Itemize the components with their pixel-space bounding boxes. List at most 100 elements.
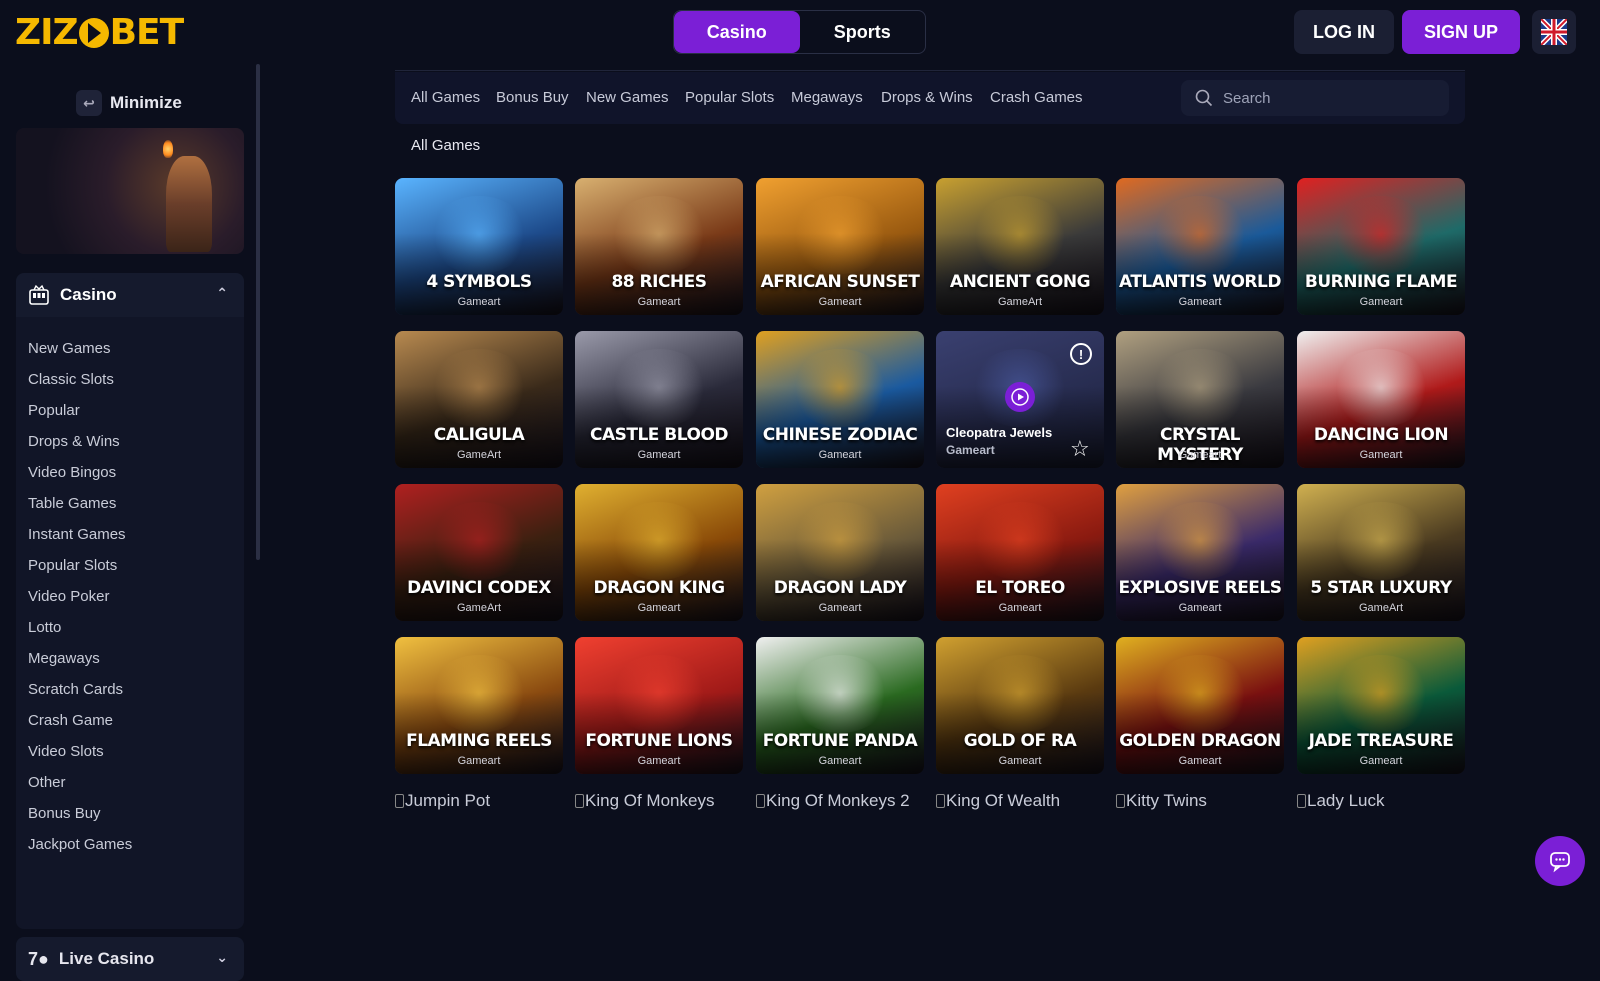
- tab-sports[interactable]: Sports: [800, 11, 926, 53]
- game-provider: GameArt: [456, 449, 501, 461]
- game-tile[interactable]: ! Cleopatra Jewels Gameart ☆: [936, 331, 1104, 468]
- game-tile[interactable]: Flaming Reels Gameart: [395, 637, 563, 774]
- sidebar-scrollbar[interactable]: [256, 64, 260, 560]
- game-tile[interactable]: Golden Dragon Gameart: [1116, 637, 1284, 774]
- sidebar-category-item[interactable]: Other: [28, 774, 66, 791]
- play-button[interactable]: [1005, 382, 1035, 412]
- sidebar-category-item[interactable]: Video Poker: [28, 588, 109, 605]
- login-button[interactable]: LOG IN: [1294, 10, 1394, 54]
- game-tile[interactable]: Fortune Panda Gameart: [756, 637, 924, 774]
- game-title: Ancient Gong: [949, 272, 1091, 292]
- game-title: Explosive Reels: [1118, 578, 1282, 598]
- top-bar: ZIZ BET Casino Sports LOG IN SIGN UP: [0, 0, 1600, 64]
- game-tile[interactable]: Explosive Reels Gameart: [1116, 484, 1284, 621]
- sidebar-category-item[interactable]: Table Games: [28, 495, 116, 512]
- sidebar-category-item[interactable]: Drops & Wins: [28, 433, 120, 450]
- game-tile-unloaded[interactable]: King Of Monkeys 2: [756, 791, 910, 811]
- filter-tab[interactable]: Bonus Buy: [496, 89, 569, 106]
- game-tile[interactable]: Chinese Zodiac Gameart: [756, 331, 924, 468]
- game-provider: Gameart: [457, 755, 501, 767]
- chat-button[interactable]: [1535, 836, 1585, 886]
- sidebar-category-item[interactable]: Video Bingos: [28, 464, 116, 481]
- game-tile[interactable]: Dragon Lady Gameart: [756, 484, 924, 621]
- filter-bar: All Games Bonus Buy New Games Popular Slots…: [395, 72, 1465, 124]
- game-tile[interactable]: El Toreo Gameart: [936, 484, 1104, 621]
- game-provider: Gameart: [818, 296, 862, 308]
- game-tile[interactable]: Gold Of Ra Gameart: [936, 637, 1104, 774]
- game-title: Fortune Panda: [762, 731, 918, 751]
- casino-section-header[interactable]: Casino ⌃: [16, 273, 244, 317]
- sidebar-category-item[interactable]: New Games: [28, 340, 111, 357]
- game-tile-unloaded[interactable]: Lady Luck: [1297, 791, 1385, 811]
- game-tile[interactable]: Crystal Mystery Gameart: [1116, 331, 1284, 468]
- sidebar-category-item[interactable]: Jackpot Games: [28, 836, 132, 853]
- sidebar-category-item[interactable]: Megaways: [28, 650, 100, 667]
- broken-image-icon: [1116, 794, 1125, 808]
- broken-image-icon: [936, 794, 945, 808]
- live-casino-section-header[interactable]: 7● Live Casino ⌄: [16, 937, 244, 981]
- game-tile[interactable]: Dancing Lion Gameart: [1297, 331, 1465, 468]
- casino-sports-switch: Casino Sports: [673, 10, 926, 54]
- zizobet-logo[interactable]: ZIZ BET: [15, 12, 184, 53]
- filter-tab[interactable]: Drops & Wins: [881, 89, 973, 106]
- favorite-star-icon[interactable]: ☆: [1070, 436, 1090, 462]
- sidebar-category-item[interactable]: Crash Game: [28, 712, 113, 729]
- game-tile-unloaded[interactable]: Jumpin Pot: [395, 791, 490, 811]
- language-selector[interactable]: [1532, 10, 1576, 54]
- sidebar-category-item[interactable]: Bonus Buy: [28, 805, 101, 822]
- sidebar-category-item[interactable]: Lotto: [28, 619, 61, 636]
- filter-tab[interactable]: Popular Slots: [685, 89, 774, 106]
- game-tile[interactable]: Jade Treasure Gameart: [1297, 637, 1465, 774]
- game-title: Atlantis World: [1119, 272, 1281, 292]
- sidebar-category-item[interactable]: Popular Slots: [28, 557, 117, 574]
- game-tile[interactable]: Ancient Gong GameArt: [936, 178, 1104, 315]
- sidebar-category-item[interactable]: Classic Slots: [28, 371, 114, 388]
- game-title: Jade Treasure: [1308, 731, 1454, 751]
- game-provider: Gameart: [637, 449, 681, 461]
- sidebar-category-item[interactable]: Instant Games: [28, 526, 126, 543]
- signup-button[interactable]: SIGN UP: [1402, 10, 1520, 54]
- game-tile[interactable]: African Sunset Gameart: [756, 178, 924, 315]
- tab-casino[interactable]: Casino: [674, 11, 800, 53]
- game-tile[interactable]: 88 Riches Gameart: [575, 178, 743, 315]
- broken-image-icon: [395, 794, 404, 808]
- minimize-button[interactable]: ↩ Minimize: [76, 90, 182, 116]
- game-tile[interactable]: Atlantis World Gameart: [1116, 178, 1284, 315]
- game-tile[interactable]: Burning Flame Gameart: [1297, 178, 1465, 315]
- game-alt-text: Lady Luck: [1307, 791, 1385, 810]
- promo-banner[interactable]: [16, 128, 244, 254]
- game-tile-unloaded[interactable]: Kitty Twins: [1116, 791, 1207, 811]
- info-icon[interactable]: !: [1070, 343, 1092, 365]
- game-provider: Gameart: [637, 755, 681, 767]
- filter-tab[interactable]: Megaways: [791, 89, 863, 106]
- sidebar: ↩ Minimize Casino ⌃ New Games Classic Slo…: [0, 64, 256, 981]
- game-tile-unloaded[interactable]: King Of Wealth: [936, 791, 1060, 811]
- live-casino-label: Live Casino: [58, 949, 155, 968]
- broken-image-icon: [1297, 794, 1306, 808]
- game-tile-unloaded[interactable]: King Of Monkeys: [575, 791, 714, 811]
- game-tile[interactable]: Dragon King Gameart: [575, 484, 743, 621]
- game-title: Dragon King: [593, 578, 725, 598]
- search-input[interactable]: [1223, 89, 1423, 107]
- sidebar-category-item[interactable]: Video Slots: [28, 743, 104, 760]
- game-tile[interactable]: Davinci Codex GameArt: [395, 484, 563, 621]
- game-title: 4 Symbols: [426, 272, 532, 292]
- chevron-up-icon: ⌃: [216, 285, 228, 301]
- game-tile[interactable]: Castle Blood Gameart: [575, 331, 743, 468]
- sidebar-category-item[interactable]: Scratch Cards: [28, 681, 123, 698]
- game-tile[interactable]: Caligula GameArt: [395, 331, 563, 468]
- game-title: Dragon Lady: [773, 578, 907, 598]
- game-tile[interactable]: Fortune Lions Gameart: [575, 637, 743, 774]
- filter-tab[interactable]: New Games: [586, 89, 669, 106]
- game-provider: Gameart: [1178, 296, 1222, 308]
- sidebar-category-item[interactable]: Popular: [28, 402, 80, 419]
- filter-tab[interactable]: Crash Games: [990, 89, 1083, 106]
- search-icon: [1195, 89, 1213, 107]
- game-title: Davinci Codex: [407, 578, 551, 598]
- minimize-label: Minimize: [110, 93, 182, 112]
- game-tile[interactable]: 4 Symbols Gameart: [395, 178, 563, 315]
- filter-tab[interactable]: All Games: [411, 89, 480, 106]
- game-provider: Gameart: [457, 296, 501, 308]
- game-tile[interactable]: 5 Star Luxury GameArt: [1297, 484, 1465, 621]
- search-box[interactable]: [1181, 80, 1449, 116]
